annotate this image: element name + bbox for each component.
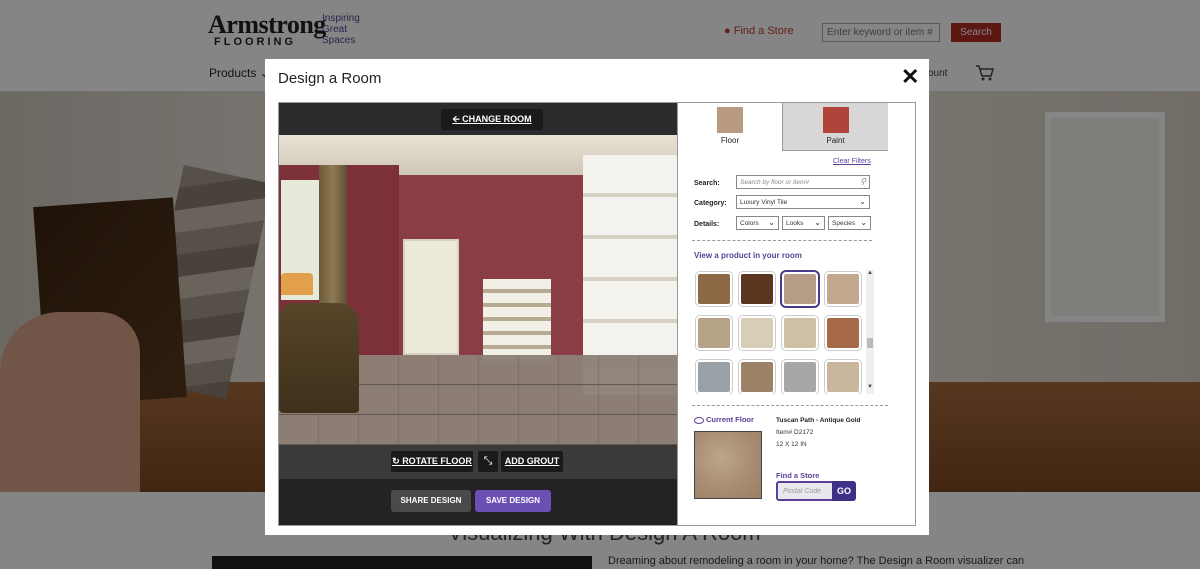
- scene-stairs: [483, 279, 551, 363]
- category-label: Category:: [694, 200, 727, 207]
- change-room-label: CHANGE ROOM: [462, 114, 532, 124]
- modal-title: Design a Room: [278, 70, 382, 87]
- rotate-icon: ↻: [392, 456, 403, 466]
- rotate-floor-label: ROTATE FLOOR: [402, 456, 472, 466]
- floor-swatch[interactable]: [739, 360, 775, 394]
- category-select[interactable]: Luxury Vinyl Tile ⌄: [736, 195, 870, 209]
- search-icon: ⚲: [860, 177, 866, 186]
- tab-floor-label: Floor: [720, 136, 740, 145]
- product-item-number: Item# D2172: [776, 429, 814, 436]
- close-icon[interactable]: ✕: [901, 66, 919, 88]
- room-visualizer: 🡨 CHANGE ROOM ↻ ROTATE FLOOR ⤡ ADD GROUT…: [278, 102, 916, 526]
- current-floor-swatch: [694, 431, 762, 499]
- share-design-button[interactable]: SHARE DESIGN: [391, 490, 471, 512]
- divider: [692, 240, 872, 241]
- species-select-value: Species: [832, 220, 856, 227]
- tab-paint[interactable]: Paint: [782, 103, 888, 151]
- fullscreen-icon[interactable]: ⤡: [478, 451, 498, 472]
- colors-select[interactable]: Colors ⌄: [736, 216, 779, 230]
- floor-swatch[interactable]: [696, 272, 732, 306]
- product-panel: Floor Paint Clear Filters Search: Search…: [677, 103, 915, 525]
- design-actions: SHARE DESIGN SAVE DESIGN: [279, 479, 677, 525]
- floor-swatch[interactable]: [696, 360, 732, 394]
- save-design-button[interactable]: SAVE DESIGN: [475, 490, 551, 512]
- floor-swatch[interactable]: [825, 316, 861, 350]
- postal-code-input[interactable]: Postal Code: [776, 481, 834, 501]
- product-search-input[interactable]: Search by floor or item# ⚲: [736, 175, 870, 189]
- room-scene-image: [279, 135, 677, 445]
- clear-filters-link[interactable]: Clear Filters: [833, 158, 871, 165]
- find-store-label: Find a Store: [776, 471, 820, 480]
- floor-swatch[interactable]: [782, 316, 818, 350]
- floor-swatch[interactable]: [739, 272, 775, 306]
- current-floor-heading: Current Floor: [694, 415, 754, 424]
- swatch-scrollbar[interactable]: ▲ ▼: [866, 270, 874, 394]
- scene-door: [403, 239, 459, 355]
- view-product-heading: View a product in your room: [694, 251, 802, 260]
- paint-tab-swatch: [822, 107, 849, 133]
- floor-swatch[interactable]: [739, 316, 775, 350]
- add-grout-button[interactable]: ADD GROUT: [501, 451, 563, 472]
- change-room-button[interactable]: 🡨 CHANGE ROOM: [441, 109, 543, 130]
- scroll-up-icon[interactable]: ▲: [866, 270, 874, 276]
- floor-swatch[interactable]: [825, 272, 861, 306]
- product-name: Tuscan Path - Antique Gold: [776, 417, 861, 424]
- details-label: Details:: [694, 221, 720, 228]
- tab-paint-label: Paint: [826, 136, 845, 145]
- chevron-down-icon: ⌄: [859, 197, 866, 206]
- divider: [692, 405, 888, 406]
- floor-toolbar: ↻ ROTATE FLOOR ⤡ ADD GROUT: [279, 445, 677, 479]
- floor-swatch[interactable]: [782, 360, 818, 394]
- rotate-floor-button[interactable]: ↻ ROTATE FLOOR: [391, 451, 473, 472]
- scene-top-bar: 🡨 CHANGE ROOM: [279, 103, 677, 135]
- floor-tab-swatch: [717, 107, 743, 133]
- tab-floor[interactable]: Floor: [678, 103, 782, 151]
- looks-select-value: Looks: [786, 220, 804, 227]
- arrow-left-icon: 🡨: [452, 114, 463, 124]
- floor-swatch[interactable]: [782, 272, 818, 306]
- scroll-down-icon[interactable]: ▼: [866, 384, 874, 390]
- go-button[interactable]: GO: [832, 481, 856, 501]
- scene-lamp: [281, 273, 313, 295]
- eye-icon: [694, 416, 704, 424]
- product-size: 12 X 12 IN: [776, 441, 807, 448]
- floor-swatch[interactable]: [825, 360, 861, 394]
- looks-select[interactable]: Looks ⌄: [782, 216, 825, 230]
- chevron-down-icon: ⌄: [768, 218, 775, 227]
- product-search-placeholder: Search by floor or item#: [740, 179, 810, 186]
- chevron-down-icon: ⌄: [814, 218, 821, 227]
- chevron-down-icon: ⌄: [860, 218, 867, 227]
- current-floor-label: Current Floor: [706, 415, 754, 424]
- species-select[interactable]: Species ⌄: [828, 216, 871, 230]
- product-swatch-grid: [694, 270, 864, 394]
- category-value: Luxury Vinyl Tile: [740, 199, 788, 206]
- scene-sofa: [279, 303, 359, 413]
- floor-swatch[interactable]: [696, 316, 732, 350]
- colors-select-value: Colors: [740, 220, 759, 227]
- scroll-thumb[interactable]: [867, 338, 873, 348]
- design-room-modal: Design a Room ✕ 🡨 CHANGE ROOM ↻ ROTATE F…: [265, 59, 929, 535]
- search-label: Search:: [694, 180, 720, 187]
